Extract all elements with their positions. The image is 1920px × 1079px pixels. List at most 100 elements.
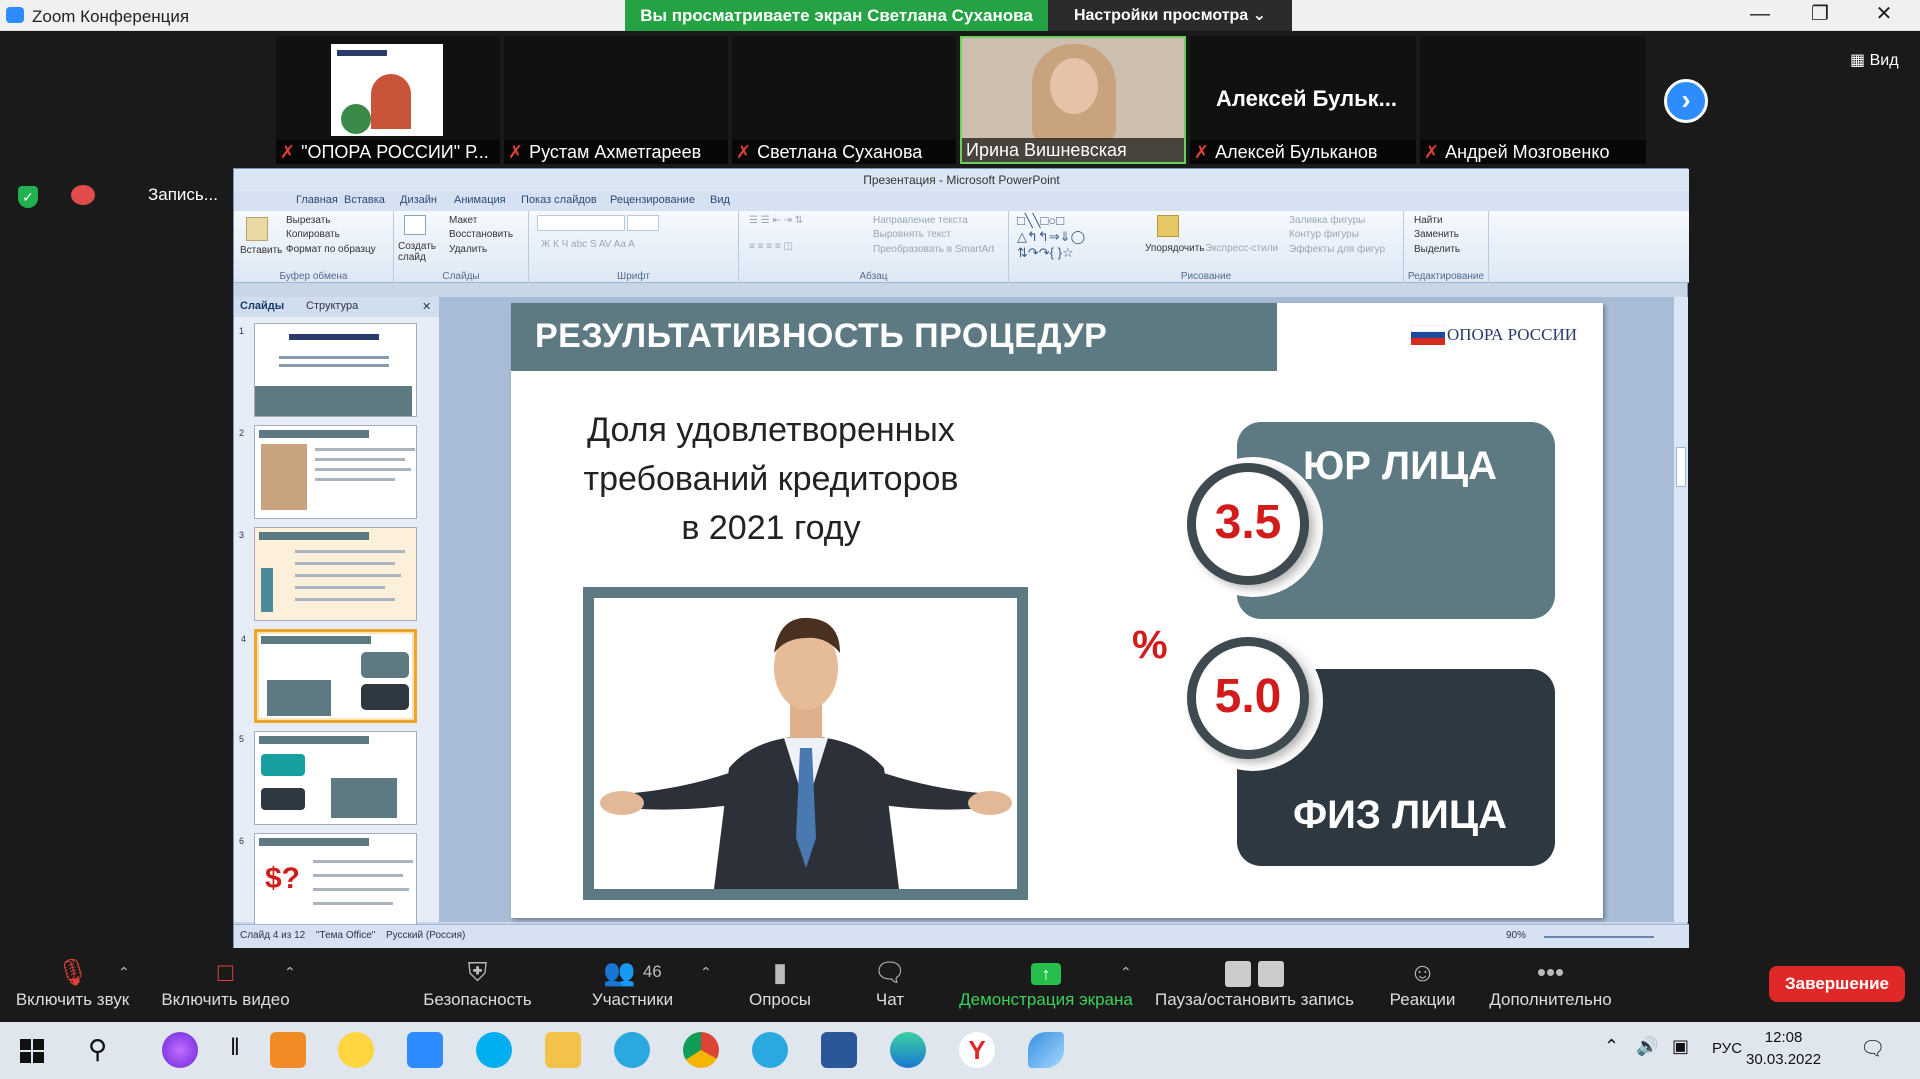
shield-icon: ⛨ (467, 957, 488, 987)
system-clock[interactable]: 12:08 30.03.2022 (1746, 1027, 1821, 1071)
participant-tile-active-speaker[interactable]: Ирина Вишневская (960, 36, 1186, 164)
search-icon[interactable]: ⚲ (88, 1034, 107, 1065)
start-video-button[interactable]: □ Включить видео (158, 950, 293, 1020)
office-app-icon[interactable] (270, 1032, 306, 1068)
participant-tile[interactable]: ✗ "ОПОРА РОССИИ" Р... (276, 36, 500, 164)
new-slide-button[interactable]: Создать слайд (398, 241, 438, 263)
shape-outline-button[interactable]: Контур фигуры (1289, 229, 1359, 240)
zoom-taskbar-icon[interactable] (407, 1032, 443, 1068)
input-language[interactable]: РУС (1712, 1040, 1742, 1057)
edge-icon[interactable] (890, 1032, 926, 1068)
close-panel-icon[interactable]: ✕ (422, 300, 431, 313)
participants-button[interactable]: 👥 46 Участники (580, 950, 685, 1020)
font-group-label: Шрифт (617, 271, 650, 282)
align-text-button[interactable]: Выровнять текст (873, 229, 951, 240)
participant-tile[interactable]: Алексей Бульк... ✗ Алексей Бульканов (1190, 36, 1416, 164)
tab-outline[interactable]: Структура (306, 300, 358, 312)
slide-thumbnail[interactable]: 1 (239, 323, 417, 417)
new-slide-icon (404, 215, 426, 235)
network-icon[interactable]: ▣ (1672, 1036, 1689, 1057)
maximize-button[interactable]: ❐ (1792, 0, 1848, 31)
tab-design[interactable]: Дизайн (400, 194, 437, 206)
video-options-caret-icon[interactable]: ⌃ (284, 964, 296, 981)
close-window-button[interactable]: ✕ (1856, 0, 1912, 31)
more-button[interactable]: ••• Дополнительно (1488, 950, 1613, 1020)
tab-review[interactable]: Рецензирование (610, 194, 695, 206)
delete-slide-button[interactable]: Удалить (449, 244, 487, 255)
assistant-app-icon[interactable] (162, 1032, 198, 1068)
chrome-icon[interactable] (683, 1032, 719, 1068)
logo-text: ОПОРА РОССИИ (1447, 325, 1578, 344)
arrange-button[interactable]: Упорядочить (1145, 243, 1205, 254)
participant-tile[interactable]: ✗ Рустам Ахметгареев (504, 36, 728, 164)
slide-thumbnail[interactable]: 2 (239, 425, 417, 519)
task-view-icon[interactable]: ‖ (230, 1034, 240, 1062)
bitrix24-icon[interactable] (614, 1032, 650, 1068)
vertical-scrollbar[interactable] (1674, 297, 1688, 922)
slide-thumbnail[interactable]: 5 (239, 731, 417, 825)
chat-button[interactable]: 🗨 Чат (860, 950, 920, 1020)
cut-button[interactable]: Вырезать (286, 215, 330, 226)
minimize-button[interactable]: — (1732, 0, 1788, 31)
shape-fill-button[interactable]: Заливка фигуры (1289, 215, 1365, 226)
find-button[interactable]: Найти (1414, 215, 1443, 226)
view-settings-button[interactable]: Настройки просмотра ⌄ (1048, 0, 1292, 31)
format-painter-button[interactable]: Формат по образцу (286, 244, 376, 255)
layout-button[interactable]: Макет (449, 215, 477, 226)
tray-overflow-chevron-icon[interactable]: ⌃ (1604, 1036, 1619, 1057)
reactions-button[interactable]: ☺ Реакции (1380, 950, 1465, 1020)
reset-button[interactable]: Восстановить (449, 229, 513, 240)
file-explorer-icon[interactable] (545, 1032, 581, 1068)
copy-button[interactable]: Копировать (286, 229, 340, 240)
view-button[interactable]: ▦ Вид (1850, 50, 1899, 70)
app-icon[interactable] (1028, 1032, 1064, 1068)
tab-animation[interactable]: Анимация (454, 194, 506, 206)
next-participants-arrow-icon[interactable]: › (1664, 79, 1708, 123)
select-button[interactable]: Выделить (1414, 244, 1460, 255)
window-title: Zoom Конференция (32, 7, 190, 26)
share-screen-button[interactable]: ↑ Демонстрация экрана (955, 950, 1137, 1020)
font-size-select[interactable] (627, 215, 659, 231)
bitrix24-alt-icon[interactable] (752, 1032, 788, 1068)
1c-app-icon[interactable] (338, 1032, 374, 1068)
slide-thumbnail[interactable]: 3 (239, 527, 417, 621)
polls-button[interactable]: ▮ Опросы (740, 950, 820, 1020)
yandex-browser-icon[interactable]: Y (959, 1032, 995, 1068)
end-meeting-button[interactable]: Завершение (1769, 966, 1905, 1002)
participant-tile[interactable]: ✗ Светлана Суханова (732, 36, 956, 164)
paste-button[interactable]: Вставить (240, 245, 282, 256)
font-name-select[interactable] (537, 215, 625, 231)
security-button[interactable]: ⛨ Безопасность (420, 950, 535, 1020)
shapes-gallery[interactable]: □╲╲□○□ △↰↰⇒⇓◯ ⇅↷↷{ }☆ (1017, 213, 1085, 261)
notifications-icon[interactable]: 🗨 (1860, 1036, 1885, 1061)
skype-icon[interactable] (476, 1032, 512, 1068)
zoom-slider[interactable] (1544, 936, 1654, 938)
shape-effects-button[interactable]: Эффекты для фигур (1289, 244, 1385, 255)
replace-button[interactable]: Заменить (1414, 229, 1459, 240)
audio-options-caret-icon[interactable]: ⌃ (118, 964, 130, 981)
ribbon-tabs: Главная Вставка Дизайн Анимация Показ сл… (234, 191, 1689, 211)
mic-muted-icon: ✗ (280, 142, 296, 162)
word-icon[interactable] (821, 1032, 857, 1068)
windows-start-icon[interactable] (20, 1039, 44, 1063)
tab-view[interactable]: Вид (710, 194, 730, 206)
participants-caret-icon[interactable]: ⌃ (700, 964, 712, 981)
tab-slideshow[interactable]: Показ слайдов (521, 194, 597, 206)
tab-home[interactable]: Главная (296, 194, 338, 206)
tab-insert[interactable]: Вставка (344, 194, 385, 206)
volume-icon[interactable]: 🔊 (1636, 1036, 1658, 1057)
slide-thumbnail-selected[interactable]: 4 (241, 629, 417, 723)
share-screen-icon: ↑ (955, 950, 1137, 990)
participant-tile[interactable]: ✗ Андрей Мозговенко (1420, 36, 1646, 164)
share-options-caret-icon[interactable]: ⌃ (1120, 964, 1132, 981)
slide-thumbnail[interactable]: 6 $? (239, 833, 417, 927)
quick-styles-button[interactable]: Экспресс-стили (1205, 243, 1278, 254)
participant-video (1032, 44, 1116, 140)
tab-slides[interactable]: Слайды (240, 300, 284, 312)
smartart-button[interactable]: Преобразовать в SmartArt (873, 244, 994, 255)
text-direction-button[interactable]: Направление текста (873, 215, 968, 226)
pause-stop-recording-button[interactable]: Пауза/остановить запись (1152, 950, 1357, 1020)
current-slide[interactable]: РЕЗУЛЬТАТИВНОСТЬ ПРОЦЕДУР ОПОРА РОССИИ Д… (511, 303, 1603, 918)
unmute-button[interactable]: 🎙 Включить звук (10, 950, 135, 1020)
slide-title: РЕЗУЛЬТАТИВНОСТЬ ПРОЦЕДУР (535, 317, 1108, 355)
